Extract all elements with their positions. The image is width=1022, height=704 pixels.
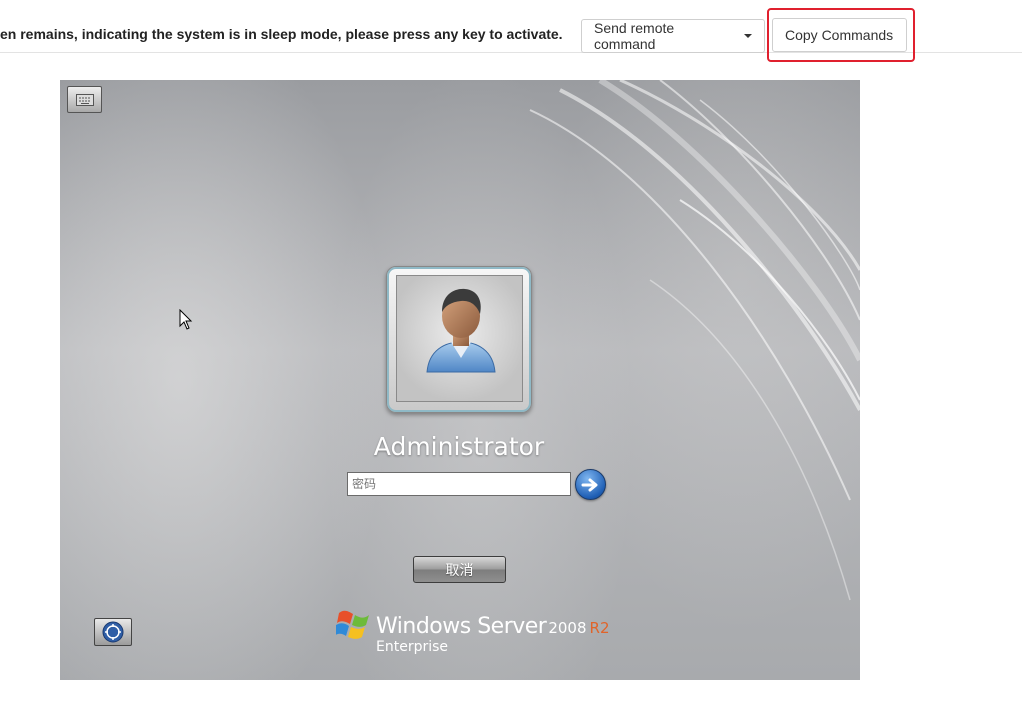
username-label: Administrator <box>373 432 545 461</box>
user-avatar-frame[interactable] <box>386 266 532 413</box>
send-remote-command-label: Send remote command <box>594 20 675 52</box>
ease-of-access-icon <box>102 621 124 643</box>
avatar-tile <box>396 275 523 402</box>
product-name: Windows Server 2008 R2 <box>376 614 610 639</box>
cancel-label: 取消 <box>445 562 474 579</box>
keyboard-button[interactable] <box>67 86 102 113</box>
keyboard-icon <box>75 93 94 106</box>
password-input[interactable] <box>347 472 571 496</box>
mouse-cursor-icon <box>179 309 193 330</box>
top-toolbar: en remains, indicating the system is in … <box>0 0 1022 62</box>
windows-flag-icon <box>336 610 369 639</box>
sleep-mode-notice: en remains, indicating the system is in … <box>0 26 563 42</box>
cancel-button[interactable]: 取消 <box>413 556 506 583</box>
user-avatar-icon <box>426 288 496 373</box>
caret-down-icon <box>744 34 752 38</box>
copy-commands-button[interactable]: Copy Commands <box>772 18 907 52</box>
copy-commands-label: Copy Commands <box>785 27 894 43</box>
product-edition: Enterprise <box>376 639 449 655</box>
submit-login-button[interactable] <box>575 469 606 500</box>
arrow-right-icon <box>581 478 597 491</box>
windows-server-branding: Windows Server 2008 R2 Enterprise <box>336 606 610 658</box>
ease-of-access-button[interactable] <box>94 618 132 646</box>
remote-screen[interactable]: Administrator 取消 Windows Server 2008 R2 En… <box>60 80 860 680</box>
send-remote-command-button[interactable]: Send remote command <box>581 19 765 53</box>
